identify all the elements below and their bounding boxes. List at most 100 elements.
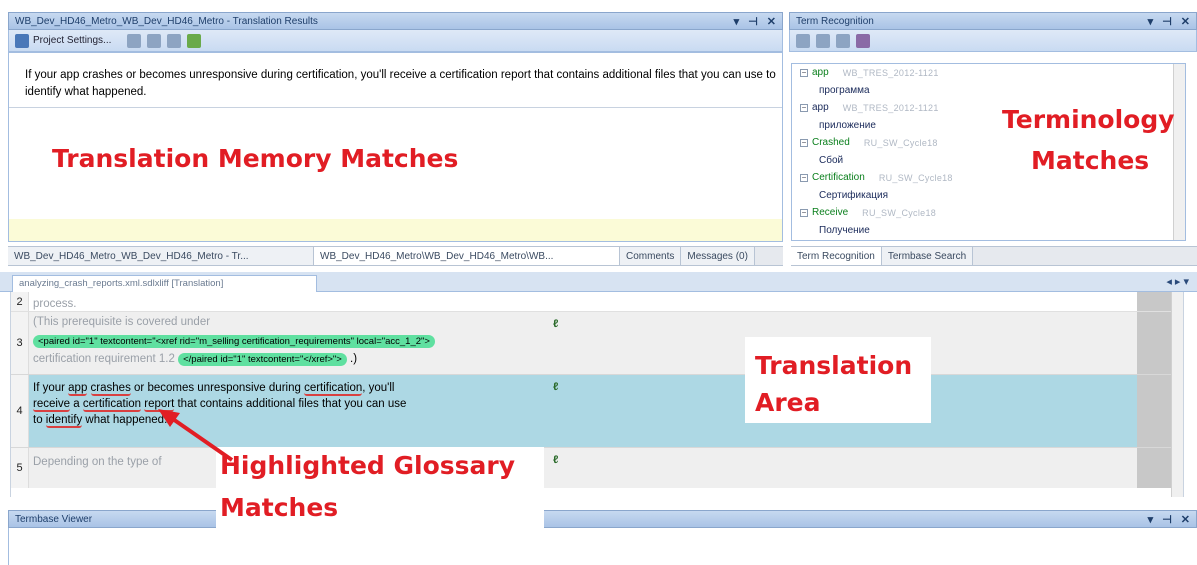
pin-icon[interactable]: ⊣	[748, 15, 758, 28]
term-source: app	[812, 102, 829, 114]
term-settings-icon[interactable]	[856, 33, 870, 48]
term-source: app	[812, 67, 829, 79]
tab-translation-results-2[interactable]: WB_Dev_HD46_Metro\WB_Dev_HD46_Metro\WB..…	[314, 247, 620, 265]
editor-grid: 2 process. 3 (This prerequisite is cover…	[10, 292, 1184, 497]
segment-status: ℓ	[543, 448, 633, 488]
term-target: Получение	[819, 224, 870, 236]
glossary-match[interactable]: crashes	[90, 382, 131, 396]
glossary-match[interactable]: identify	[45, 414, 83, 428]
tm-divider	[9, 107, 782, 108]
segment-target[interactable]	[633, 292, 1137, 311]
term-recognition-title: Term Recognition	[796, 15, 874, 27]
glossary-match[interactable]: certification	[304, 382, 363, 396]
tab-messages[interactable]: Messages (0)	[681, 247, 755, 265]
segment-target[interactable]	[633, 448, 1137, 488]
glossary-label-line2: Matches	[220, 493, 339, 522]
project-settings-button[interactable]: Project Settings...	[15, 33, 111, 48]
term-target-row[interactable]: программа	[792, 82, 1185, 100]
glossary-label-line1: Highlighted Glossary	[220, 451, 516, 480]
collapse-icon[interactable]: −	[800, 138, 808, 147]
close-icon[interactable]: ✕	[1181, 15, 1190, 28]
glossary-match[interactable]: app	[68, 382, 88, 396]
pin-icon[interactable]: ⊣	[1162, 513, 1172, 526]
termbase-viewer-body	[8, 528, 1197, 565]
segment-number: 4	[11, 375, 29, 447]
term-meta: RU_SW_Cycle18	[862, 207, 937, 218]
paste-icon[interactable]	[147, 33, 162, 48]
close-icon[interactable]: ✕	[767, 15, 776, 28]
term-search-icon[interactable]	[816, 33, 830, 48]
collapse-icon[interactable]: −	[800, 103, 808, 112]
term-scrollbar[interactable]	[1173, 64, 1185, 240]
termbase-viewer-title: Termbase Viewer	[15, 513, 93, 525]
tm-source-text: If your app crashes or becomes unrespons…	[25, 69, 776, 98]
segment-source-text: (This prerequisite is covered under	[33, 316, 211, 328]
term-source: Crashed	[812, 137, 850, 149]
pin-icon[interactable]: ⊣	[1162, 15, 1172, 28]
term-meta: RU_SW_Cycle18	[863, 137, 938, 148]
term-target: Сбой	[819, 154, 844, 166]
segment-source-text: a	[70, 398, 83, 410]
term-source-row[interactable]: − Receive RU_SW_Cycle18	[792, 204, 1185, 222]
term-recognition-toolbar	[789, 30, 1197, 52]
copy-icon[interactable]	[127, 33, 142, 48]
tm-match-strip	[9, 219, 782, 241]
translation-results-titlebar[interactable]: WB_Dev_HD46_Metro_WB_Dev_HD46_Metro - Tr…	[8, 12, 783, 30]
dropdown-icon[interactable]: ▾	[1148, 513, 1154, 526]
dropdown-icon[interactable]: ▾	[1148, 15, 1154, 28]
editor-scrollbar[interactable]	[1171, 292, 1183, 497]
tab-nav-controls[interactable]: ◂ ▸ ▾	[1166, 275, 1189, 288]
bottom-tabbar: WB_Dev_HD46_Metro_WB_Dev_HD46_Metro - Tr…	[8, 246, 783, 266]
term-target: программа	[819, 84, 870, 96]
segment-row-3[interactable]: 3 (This prerequisite is covered under <p…	[11, 312, 1183, 375]
term-refresh-icon[interactable]	[836, 33, 850, 48]
translation-results-title: WB_Dev_HD46_Metro_WB_Dev_HD46_Metro - Tr…	[15, 15, 318, 27]
apply-icon[interactable]	[167, 33, 182, 48]
term-target-row[interactable]: Сертификация	[792, 187, 1185, 205]
term-meta: RU_SW_Cycle18	[878, 172, 953, 183]
document-tab[interactable]: analyzing_crash_reports.xml.sdlxliff [Tr…	[12, 275, 317, 292]
term-recognition-titlebar[interactable]: Term Recognition ▾ ⊣ ✕	[789, 12, 1197, 30]
tab-termbase-search[interactable]: Termbase Search	[881, 247, 974, 265]
segment-source-text: Depending on the type of	[33, 456, 162, 468]
glossary-match[interactable]: certification	[82, 398, 142, 412]
termbase-viewer-titlebar[interactable]: Termbase Viewer ▾ ⊣ ✕	[8, 510, 1197, 528]
inline-tag-open[interactable]: <paired id="1" textcontent="<xref rid="m…	[33, 335, 435, 348]
translation-memory-label: Translation Memory Matches	[52, 144, 459, 173]
segment-status	[543, 292, 633, 311]
term-source: Receive	[812, 207, 849, 219]
segment-number: 3	[11, 312, 29, 374]
collapse-icon[interactable]: −	[800, 68, 808, 77]
editor-tabstrip: analyzing_crash_reports.xml.sdlxliff [Tr…	[0, 272, 1197, 292]
tab-comments[interactable]: Comments	[620, 247, 682, 265]
dropdown-icon[interactable]: ▾	[734, 15, 740, 28]
settings-icon	[15, 33, 29, 48]
segment-source-text: .)	[350, 353, 358, 365]
glossary-match[interactable]: receive	[33, 398, 71, 412]
collapse-icon[interactable]: −	[800, 208, 808, 217]
collapse-icon[interactable]: −	[800, 173, 808, 182]
tab-term-recognition[interactable]: Term Recognition	[791, 247, 882, 265]
segment-row-2[interactable]: 2 process.	[11, 292, 1183, 312]
segment-source-text: If your	[33, 382, 69, 394]
translation-area-label-line1: Translation	[755, 351, 913, 380]
options-icon[interactable]	[187, 33, 202, 48]
segment-source-text: certification requirement 1.2	[33, 353, 175, 365]
term-target-row[interactable]: Получение	[792, 222, 1185, 240]
segment-status: ℓ	[543, 375, 633, 447]
term-add-icon[interactable]	[796, 33, 810, 48]
term-source-row[interactable]: − app WB_TRES_2012-1121	[792, 64, 1185, 82]
segment-source-text: to	[33, 414, 46, 426]
tab-translation-results[interactable]: WB_Dev_HD46_Metro_WB_Dev_HD46_Metro - Tr…	[8, 247, 314, 265]
status-icon: ℓ	[553, 318, 559, 330]
close-icon[interactable]: ✕	[1181, 513, 1190, 526]
term-tabbar: Term Recognition Termbase Search	[791, 246, 1197, 266]
inline-tag-close[interactable]: </paired id="1" textcontent="</xref>">	[178, 353, 347, 366]
term-source: Certification	[812, 172, 865, 184]
segment-source-text: , you'll	[362, 382, 395, 394]
arrow-icon	[158, 409, 234, 462]
segment-number: 5	[11, 448, 29, 488]
segment-status: ℓ	[543, 312, 633, 374]
segment-number: 2	[11, 292, 29, 311]
translation-area-label-line2: Area	[755, 388, 821, 417]
